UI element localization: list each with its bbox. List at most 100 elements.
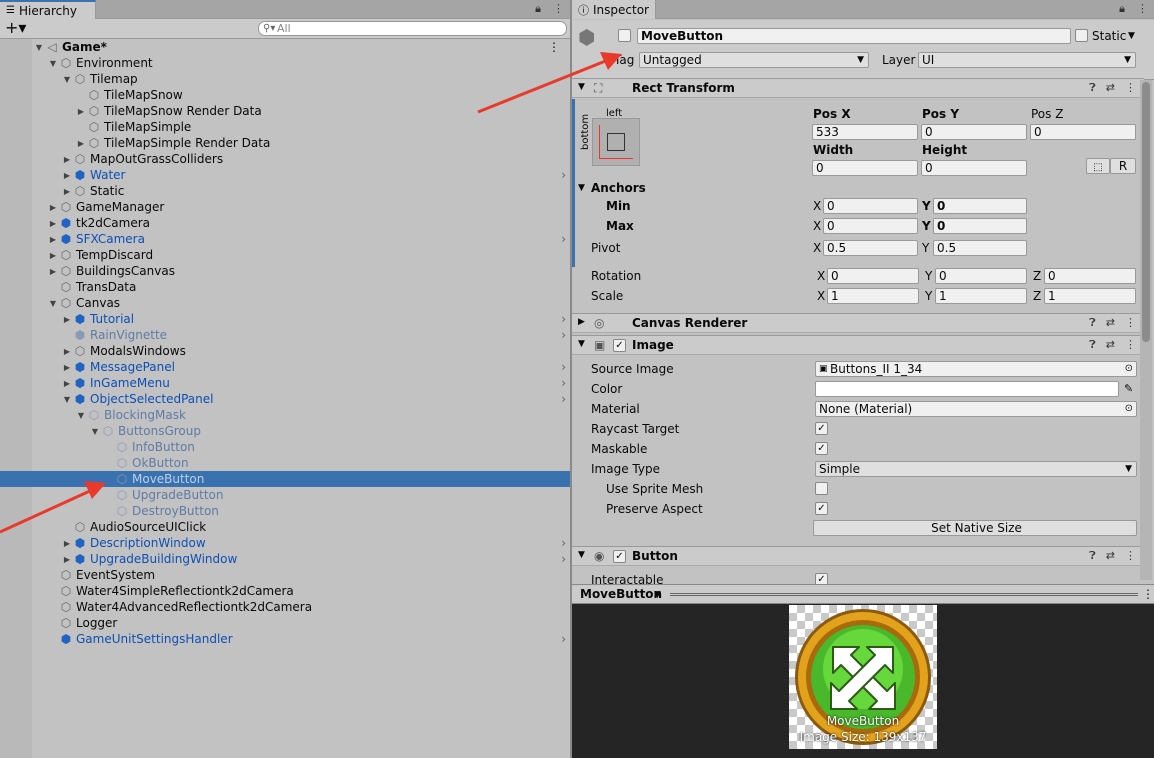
fold-right-icon[interactable]: ▶ [61,171,73,180]
chevron-right-icon[interactable]: › [561,391,566,407]
fold-right-icon[interactable]: ▶ [61,539,73,548]
fold-right-icon[interactable]: ▶ [61,347,73,356]
help-icon[interactable]: ❓︎ [1089,338,1096,352]
fold-right-icon[interactable]: ▶ [61,379,73,388]
object-picker-icon[interactable]: ⊙ [1125,362,1133,376]
scrollbar-thumb[interactable] [1142,82,1150,342]
fold-down-icon[interactable]: ▼ [47,59,59,68]
help-icon[interactable]: ❓︎ [1089,81,1096,95]
active-checkbox[interactable] [618,29,631,42]
button-component-header[interactable]: ▼ ◉ ✓ Button ❓︎ ⇄ ⋮ [572,546,1144,566]
inspector-scrollbar[interactable] [1140,80,1152,580]
chevron-right-icon[interactable]: › [561,631,566,647]
more-icon[interactable]: ⋮ [553,2,564,16]
chevron-right-icon[interactable]: › [561,551,566,567]
width-field[interactable]: 0 [812,160,918,176]
scale-z-field[interactable]: 1 [1044,288,1136,304]
fold-down-icon[interactable]: ▼ [47,299,59,308]
anchor-presets-button[interactable] [592,118,640,166]
tree-row[interactable]: ▶ ⬡ TileMapSnow Render Data [0,103,570,119]
tree-row[interactable]: ⬡ TransData [0,279,570,295]
set-native-size-button[interactable]: Set Native Size [813,520,1137,536]
tree-row[interactable]: ▼ ◁ Game* ⋮ [0,39,570,55]
chevron-right-icon[interactable]: › [561,231,566,247]
tree-row[interactable]: ▶ ⬢ tk2dCamera [0,215,570,231]
tree-row[interactable]: ▶ ⬡ TempDiscard [0,247,570,263]
anchor-max-x-field[interactable]: 0 [823,218,918,234]
add-button[interactable]: +▾ [5,19,26,37]
fold-down-icon[interactable]: ▼ [33,43,45,52]
tree-row[interactable]: ⬡ TileMapSnow [0,87,570,103]
chevron-down-icon[interactable]: ▼ [654,587,661,603]
fold-right-icon[interactable]: ▶ [61,187,73,196]
height-field[interactable]: 0 [921,160,1027,176]
more-icon[interactable]: ⋮ [548,39,560,55]
fold-right-icon[interactable]: ▶ [61,155,73,164]
preset-icon[interactable]: ⇄ [1106,338,1115,352]
scale-x-field[interactable]: 1 [827,288,919,304]
tree-row[interactable]: ⬡ Water4AdvancedReflectiontk2dCamera [0,599,570,615]
tree-row[interactable]: ▼ ⬡ Environment [0,55,570,71]
tree-row[interactable]: ⬡ UpgradeButton [0,487,570,503]
button-enabled-checkbox[interactable]: ✓ [613,550,626,563]
interactable-checkbox[interactable]: ✓ [815,573,828,584]
sprite-mesh-checkbox[interactable] [815,482,828,495]
more-icon[interactable]: ⋮ [1125,316,1136,330]
lock-icon[interactable]: 🔒︎ [1119,2,1125,16]
tree-row[interactable]: ▶ ⬢ SFXCamera › [0,231,570,247]
anchor-min-y-field[interactable]: 0 [933,198,1027,214]
more-icon[interactable]: ⋮ [1125,81,1136,95]
pos-y-field[interactable]: 0 [921,124,1027,140]
tree-row[interactable]: ⬢ GameUnitSettingsHandler › [0,631,570,647]
tree-row[interactable]: ▶ ⬢ MessagePanel › [0,359,570,375]
fold-right-icon[interactable]: ▶ [47,203,59,212]
object-name-field[interactable]: MoveButton [637,28,1071,44]
maskable-checkbox[interactable]: ✓ [815,442,828,455]
tree-row[interactable]: ▶ ⬢ Tutorial › [0,311,570,327]
fold-right-icon[interactable]: ▶ [47,219,59,228]
fold-down-icon[interactable]: ▼ [89,427,101,436]
tree-row[interactable]: ▼ ⬡ Canvas [0,295,570,311]
fold-down-icon[interactable]: ▼ [578,180,585,196]
source-image-field[interactable]: ▣ Buttons_II 1_34 ⊙ [815,361,1137,377]
fold-right-icon[interactable]: ▶ [47,235,59,244]
tree-row[interactable]: ⬡ DestroyButton [0,503,570,519]
tree-row[interactable]: ▶ ⬡ MapOutGrassColliders [0,151,570,167]
chevron-right-icon[interactable]: › [561,311,566,327]
chevron-right-icon[interactable]: › [561,327,566,343]
preset-icon[interactable]: ⇄ [1106,316,1115,330]
tab-inspector[interactable]: ⓘ Inspector [572,0,656,19]
tree-row[interactable]: ▼ ⬡ Tilemap [0,71,570,87]
tree-row[interactable]: ▼ ⬢ ObjectSelectedPanel › [0,391,570,407]
tree-row[interactable]: ▶ ⬢ DescriptionWindow › [0,535,570,551]
static-dropdown-icon[interactable]: ▼ [1128,28,1135,44]
chevron-right-icon[interactable]: › [561,535,566,551]
tree-row[interactable]: ⬡ EventSystem [0,567,570,583]
static-checkbox[interactable] [1075,29,1088,42]
tree-row[interactable]: ▶ ⬡ Static [0,183,570,199]
color-field[interactable] [815,381,1119,397]
tree-row[interactable]: ▶ ⬡ TileMapSimple Render Data [0,135,570,151]
more-icon[interactable]: ⋮ [1125,549,1136,563]
tree-row[interactable]: ⬡ OkButton [0,455,570,471]
preview-dropdown[interactable]: MoveButton [580,586,662,602]
fold-right-icon[interactable]: ▶ [61,363,73,372]
rect-transform-header[interactable]: ▼ ⛶ Rect Transform ❓︎ ⇄ ⋮ [572,78,1144,98]
rotation-y-field[interactable]: 0 [935,268,1027,284]
fold-right-icon[interactable]: ▶ [75,139,87,148]
material-field[interactable]: None (Material) ⊙ [815,401,1137,417]
chevron-right-icon[interactable]: › [561,359,566,375]
tree-row[interactable]: ⬡ TileMapSimple [0,119,570,135]
image-type-dropdown[interactable]: Simple ▼ [815,461,1137,477]
tree-row[interactable]: ▼ ⬡ ButtonsGroup [0,423,570,439]
preset-icon[interactable]: ⇄ [1106,549,1115,563]
raycast-checkbox[interactable]: ✓ [815,422,828,435]
pos-z-field[interactable]: 0 [1030,124,1136,140]
tree-row[interactable]: ▶ ⬢ Water › [0,167,570,183]
lock-icon[interactable]: 🔒︎ [535,2,541,16]
help-icon[interactable]: ❓︎ [1089,316,1096,330]
anchor-min-x-field[interactable]: 0 [823,198,918,214]
raw-edit-button[interactable]: R [1110,158,1136,174]
tree-row[interactable]: ⬡ AudioSourceUIClick [0,519,570,535]
eyedropper-icon[interactable]: ✎ [1124,381,1133,397]
